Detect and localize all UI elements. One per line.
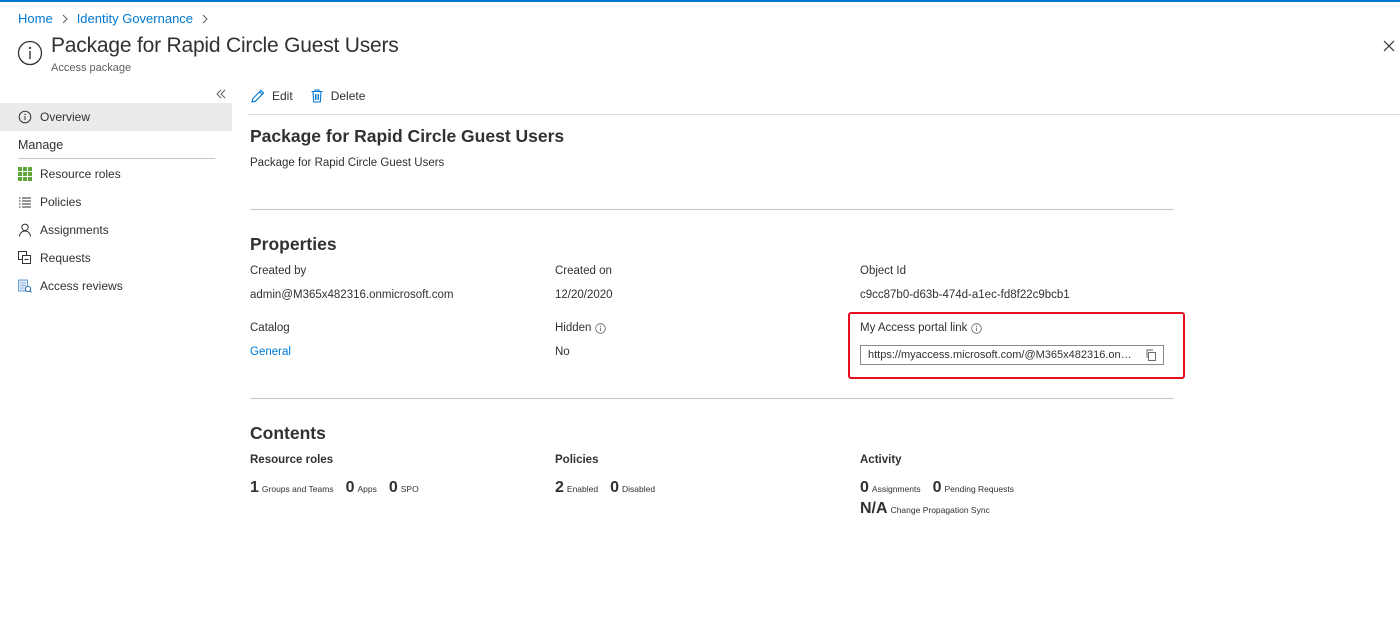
sidebar-item-policies[interactable]: Policies [0,188,232,216]
breadcrumb-home-link[interactable]: Home [18,11,53,26]
top-accent-line [0,0,1400,2]
stat-caption: Groups and Teams [261,484,334,494]
highlight-box [848,312,1185,379]
object-id-label: Object Id [860,265,907,277]
requests-icon [18,251,32,265]
command-bar: Edit Delete [250,88,381,104]
resource-roles-stats: 1 Groups and Teams 0 Apps 0 SPO [250,479,431,497]
pencil-icon [250,88,266,104]
created-on-label: Created on [555,265,612,277]
sidebar-item-label: Overview [40,110,91,124]
sidebar-item-label: Requests [40,251,91,265]
sidebar-item-label: Access reviews [40,279,123,293]
catalog-label: Catalog [250,322,290,334]
info-circle-icon [18,110,32,124]
sidebar-divider [18,158,215,159]
person-icon [18,223,32,237]
sidebar-item-requests[interactable]: Requests [0,244,232,272]
breadcrumb: Home Identity Governance [18,11,217,26]
sidebar-item-overview[interactable]: Overview [0,103,232,131]
resource-roles-heading: Resource roles [250,454,334,466]
hidden-label-row: Hidden [555,322,607,334]
policies-heading: Policies [555,454,599,466]
sidebar-item-resource-roles[interactable]: Resource roles [0,160,232,188]
delete-label: Delete [330,89,366,103]
trash-icon [309,88,325,104]
stat-value: 0 [610,479,620,496]
chevron-right-icon [61,14,69,24]
stat-caption: SPO [400,484,419,494]
stat-caption: Pending Requests [944,484,1014,494]
breadcrumb-identity-governance-link[interactable]: Identity Governance [77,11,193,26]
activity-sync-stat: N/A Change Propagation Sync [860,500,1002,518]
edit-button[interactable]: Edit [250,88,293,104]
stat-caption: Assignments [871,484,921,494]
created-by-label: Created by [250,265,307,277]
stat-value: 2 [555,479,564,496]
access-reviews-icon [18,279,32,293]
stat-caption: Enabled [566,484,599,494]
created-on-value: 12/20/2020 [555,289,613,301]
stat-caption: Change Propagation Sync [890,505,990,515]
collapse-sidebar-icon[interactable] [216,86,226,102]
policies-stats: 2 Enabled 0 Disabled [555,479,667,497]
page-title: Package for Rapid Circle Guest Users [51,34,399,57]
object-id-value: c9cc87b0-d63b-474d-a1ec-fd8f22c9bcb1 [860,289,1070,301]
grid-icon [18,167,32,181]
stat-value: 0 [932,479,942,496]
hidden-value: No [555,346,570,358]
stat-value: 0 [345,479,355,496]
package-title: Package for Rapid Circle Guest Users [250,126,565,146]
list-icon [18,195,32,209]
chevron-right-icon [201,14,209,24]
sidebar-item-label: Assignments [40,223,109,237]
info-icon[interactable] [595,322,607,334]
stat-caption: Disabled [622,484,656,494]
stat-value: N/A [860,500,888,517]
sidebar-item-label: Resource roles [40,167,121,181]
activity-heading: Activity [860,454,902,466]
catalog-link[interactable]: General [250,346,291,358]
hidden-label: Hidden [555,322,592,334]
toolbar-divider [248,114,1400,115]
edit-label: Edit [272,89,293,103]
activity-stats: 0 Assignments 0 Pending Requests [860,479,1026,497]
info-circle-icon [17,40,43,66]
delete-button[interactable]: Delete [309,88,366,104]
stat-value: 0 [860,479,869,496]
close-icon[interactable] [1381,38,1397,54]
created-by-value: admin@M365x482316.onmicrosoft.com [250,289,454,301]
properties-heading: Properties [250,234,337,254]
stat-value: 1 [250,479,259,496]
contents-heading: Contents [250,423,326,443]
stat-value: 0 [388,479,398,496]
section-divider [250,209,1174,210]
sidebar-item-access-reviews[interactable]: Access reviews [0,272,232,300]
sidebar-section-manage: Manage [18,138,64,152]
sidebar-item-label: Policies [40,195,82,209]
page-subtitle: Access package [51,62,132,74]
sidebar-item-assignments[interactable]: Assignments [0,216,232,244]
sidebar: Overview Manage Resource roles Policies … [0,103,232,300]
section-divider [250,398,1174,399]
stat-caption: Apps [357,484,377,494]
package-description: Package for Rapid Circle Guest Users [250,157,445,169]
